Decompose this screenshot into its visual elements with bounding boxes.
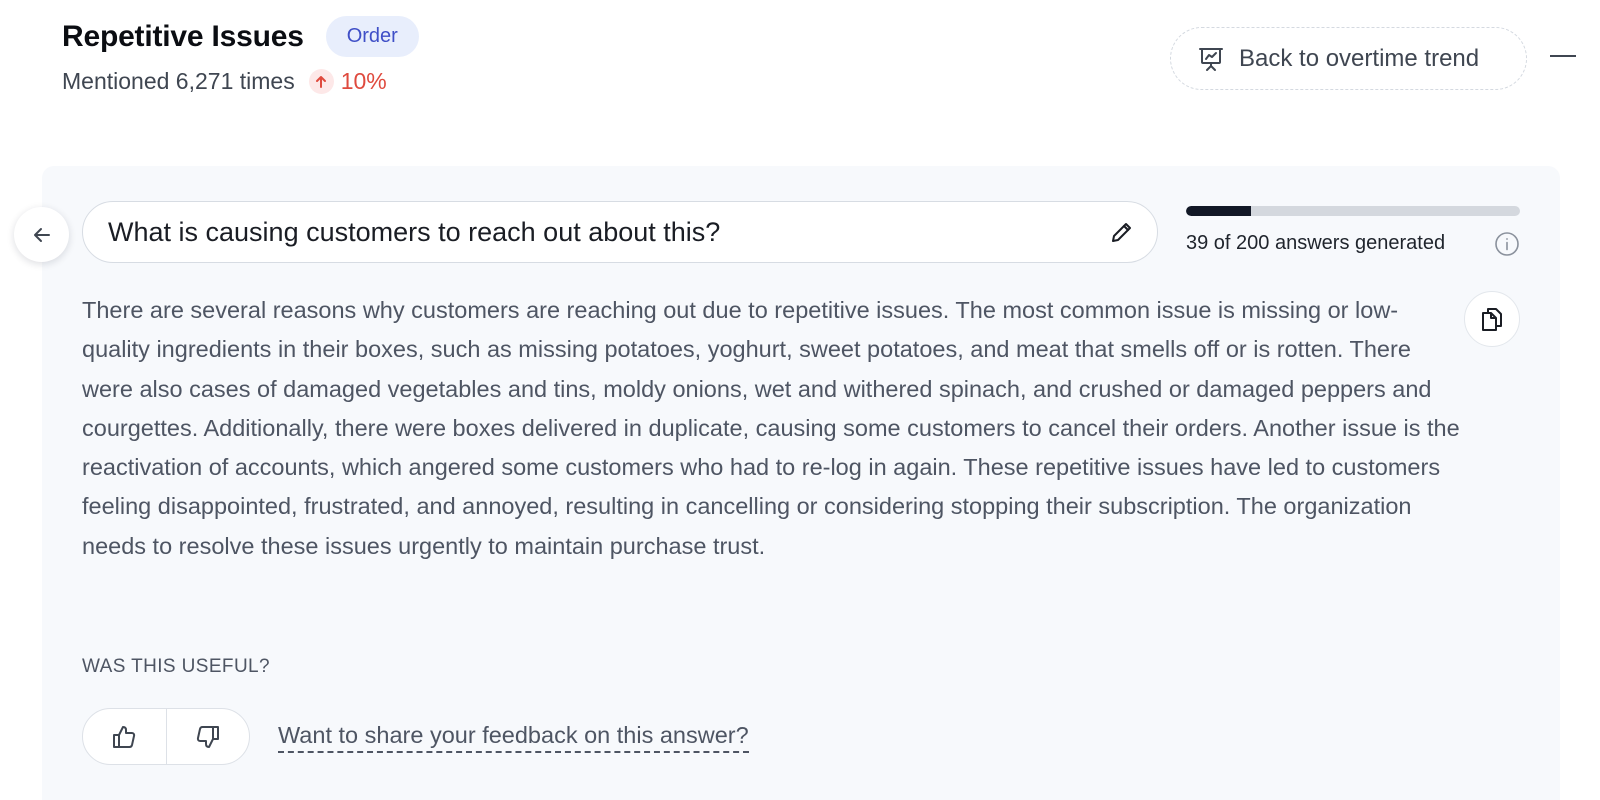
- thumbs-up-icon: [113, 725, 136, 748]
- minimize-icon[interactable]: [1550, 55, 1576, 57]
- generation-progress-bar: [1186, 206, 1520, 216]
- presentation-chart-icon: [1197, 45, 1225, 73]
- progress-fill: [1186, 206, 1252, 216]
- title-row: Repetitive Issues Order: [62, 16, 419, 57]
- feedback-link[interactable]: Want to share your feedback on this answ…: [278, 722, 749, 753]
- question-text: What is causing customers to reach out a…: [108, 216, 721, 247]
- arrow-up-icon: [308, 69, 334, 94]
- trend-percentage: 10%: [340, 68, 387, 94]
- page: Repetitive Issues Order Mentioned 6,271 …: [0, 0, 1600, 800]
- thumbs-up-button[interactable]: [83, 709, 166, 764]
- useful-question: WAS THIS USEFUL?: [82, 656, 270, 677]
- thumbs-down-icon: [196, 725, 219, 748]
- category-badge: Order: [325, 16, 419, 57]
- mention-row: Mentioned 6,271 times 10%: [62, 68, 387, 95]
- vote-buttons: [82, 708, 250, 765]
- pencil-icon[interactable]: [1107, 217, 1137, 247]
- mention-count: Mentioned 6,271 times: [62, 68, 295, 94]
- progress-label: 39 of 200 answers generated: [1186, 232, 1446, 254]
- back-to-trend-button[interactable]: Back to overtime trend: [1170, 27, 1527, 90]
- answer-text: There are several reasons why customers …: [82, 297, 1460, 559]
- thumbs-down-button[interactable]: [165, 709, 250, 764]
- info-icon[interactable]: [1494, 231, 1520, 257]
- page-title: Repetitive Issues: [62, 19, 304, 53]
- copy-icon: [1482, 308, 1502, 331]
- arrow-left-icon: [33, 227, 50, 242]
- previous-button[interactable]: [14, 207, 69, 262]
- back-to-trend-label: Back to overtime trend: [1239, 44, 1480, 72]
- question-field[interactable]: What is causing customers to reach out a…: [82, 201, 1158, 263]
- copy-button[interactable]: [1464, 291, 1520, 347]
